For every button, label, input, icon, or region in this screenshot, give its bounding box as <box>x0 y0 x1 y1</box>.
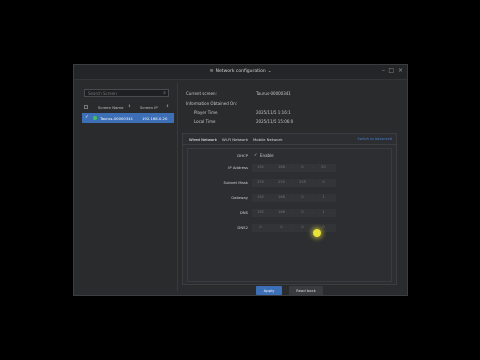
gateway-label: Gateway <box>231 195 248 200</box>
ip-octet[interactable]: 255 <box>273 180 290 184</box>
ip-octet[interactable]: 1 <box>315 210 332 214</box>
ip-octet[interactable]: 0 <box>294 225 311 229</box>
octet-separator: . <box>270 165 272 169</box>
octet-separator: . <box>270 195 272 199</box>
ip-octet[interactable]: 168 <box>273 195 290 199</box>
sort-icon[interactable]: ⇕ <box>166 104 169 108</box>
network-tabs: Wired Network Wi-Fi Network Mobile Netwo… <box>183 134 396 145</box>
column-screen-name[interactable]: Screen Name <box>98 105 123 110</box>
minimize-icon[interactable]: – <box>382 68 385 74</box>
ip-octet[interactable]: 1 <box>315 195 332 199</box>
online-status-icon <box>93 116 97 120</box>
subnet-mask-input[interactable]: 255. 255. 255. 0 <box>252 179 336 187</box>
checkmark-icon[interactable]: ✓ <box>85 115 89 120</box>
local-time-label: Local Time <box>194 119 216 124</box>
title-bar: ≋ Network configuration ⌄ – □ × <box>74 65 407 80</box>
dhcp-enable-checkbox[interactable]: ✓ <box>254 152 258 157</box>
switch-to-advanced-link[interactable]: Switch to Advanced <box>357 137 392 141</box>
octet-separator: . <box>312 225 314 229</box>
octet-separator: . <box>291 225 293 229</box>
dns2-input[interactable]: 0.0.0.0 <box>252 224 336 232</box>
local-time-value: 2025/11/5 15:06:0 <box>256 119 294 124</box>
window-title-text: Network configuration <box>215 69 266 74</box>
ip-octet[interactable]: 192 <box>252 195 269 199</box>
octet-separator: . <box>312 180 314 184</box>
octet-separator: . <box>291 195 293 199</box>
ip-octet[interactable]: 0 <box>273 225 290 229</box>
ip-octet[interactable]: 20 <box>315 165 332 169</box>
column-screen-ip[interactable]: Screen IP <box>140 105 158 110</box>
ip-octet[interactable]: 168 <box>273 165 290 169</box>
ip-octet[interactable]: 168 <box>273 210 290 214</box>
ip-octet[interactable]: 0 <box>252 225 269 229</box>
search-placeholder: Search Screen <box>88 91 117 96</box>
ip-address-label: IP Address <box>228 165 248 170</box>
table-row[interactable]: ✓ Taurus-00000341 192.168.0.20 <box>82 113 174 123</box>
player-time-value: 2025/11/5 1:16:1 <box>256 110 291 115</box>
octet-separator: . <box>291 210 293 214</box>
network-settings-panel: Wired Network Wi-Fi Network Mobile Netwo… <box>182 133 397 285</box>
screen-name-cell: Taurus-00000341 <box>100 116 134 121</box>
octet-separator: . <box>291 165 293 169</box>
apply-button[interactable]: Apply <box>256 286 282 295</box>
maximize-icon[interactable]: □ <box>388 68 394 74</box>
octet-separator: . <box>291 180 293 184</box>
ip-octet[interactable]: 0 <box>294 165 311 169</box>
cursor-highlight <box>313 229 321 237</box>
tab-wifi-network[interactable]: Wi-Fi Network <box>222 137 248 142</box>
ip-address-input[interactable]: 192. 168. 0. 20 <box>252 164 336 172</box>
ip-octet[interactable]: 0 <box>294 210 311 214</box>
window-title: ≋ Network configuration ⌄ <box>74 68 407 74</box>
divider <box>177 83 178 291</box>
current-screen-label: Current screen: <box>186 91 217 96</box>
gateway-input[interactable]: 192. 168. 0. 1 <box>252 194 336 202</box>
obtained-on-label: Information Obtained On: <box>186 101 238 106</box>
network-configuration-window: ≋ Network configuration ⌄ – □ × Search Scr… <box>73 64 408 296</box>
ip-octet[interactable]: 192 <box>252 165 269 169</box>
dns2-label: DNS2 <box>237 225 248 230</box>
ip-octet[interactable]: 0 <box>315 180 332 184</box>
search-input[interactable]: Search Screen ⌕ <box>84 89 169 97</box>
ip-octet[interactable]: 255 <box>294 180 311 184</box>
read-back-button[interactable]: Read back <box>289 286 323 295</box>
sort-icon[interactable]: ⇕ <box>128 104 131 108</box>
dns-input[interactable]: 192. 168. 0. 1 <box>252 209 336 217</box>
octet-separator: . <box>270 210 272 214</box>
octet-separator: . <box>270 180 272 184</box>
subnet-mask-label: Subnet Mask <box>223 180 248 185</box>
close-icon[interactable]: × <box>398 68 403 74</box>
octet-separator: . <box>312 210 314 214</box>
dns-label: DNS <box>239 210 248 215</box>
tab-mobile-network[interactable]: Mobile Network <box>253 137 283 142</box>
octet-separator: . <box>312 165 314 169</box>
screen-list-panel: Search Screen ⌕ Screen Name ⇕ Screen IP … <box>80 83 175 288</box>
ip-octet[interactable]: 192 <box>252 210 269 214</box>
wired-settings-form: DHCP ✓ Enable IP Address 192. 168. 0. 20 Subn… <box>187 148 392 282</box>
ip-octet[interactable]: 255 <box>252 180 269 184</box>
dhcp-enable-label: Enable <box>260 153 274 158</box>
octet-separator: . <box>270 225 272 229</box>
ip-octet[interactable]: 0 <box>294 195 311 199</box>
screen-ip-cell: 192.168.0.20 <box>142 116 168 121</box>
wifi-icon: ≋ <box>209 68 214 74</box>
search-icon[interactable]: ⌕ <box>163 90 166 96</box>
current-screen-value: Taurus-00000341 <box>256 91 291 96</box>
dhcp-label: DHCP <box>237 153 248 158</box>
player-time-label: Player Time <box>194 110 218 115</box>
table-header: Screen Name ⇕ Screen IP ⇕ <box>82 103 174 112</box>
tab-wired-network[interactable]: Wired Network <box>189 137 217 142</box>
chevron-down-icon[interactable]: ⌄ <box>268 69 272 74</box>
octet-separator: . <box>312 195 314 199</box>
select-all-checkbox[interactable] <box>84 105 88 109</box>
